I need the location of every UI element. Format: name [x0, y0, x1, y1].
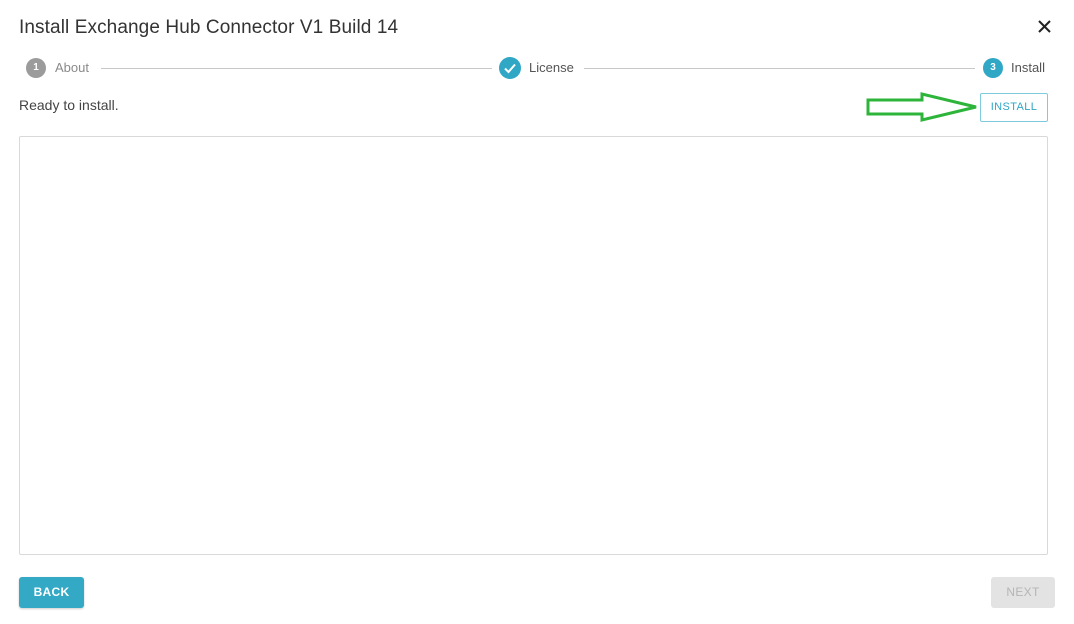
check-icon	[504, 63, 516, 74]
stepper: 1 About License 3 Install	[0, 56, 1074, 80]
step-label-license: License	[529, 60, 574, 75]
install-log-area	[19, 136, 1048, 555]
back-button[interactable]: BACK	[19, 577, 84, 608]
step-3-badge: 3	[983, 58, 1003, 78]
step-connector	[101, 68, 492, 69]
step-1-badge: 1	[26, 58, 46, 78]
step-connector	[584, 68, 975, 69]
close-button[interactable]	[1034, 16, 1056, 38]
dialog-title: Install Exchange Hub Connector V1 Build …	[19, 17, 399, 38]
step-label-install: Install	[1011, 60, 1045, 75]
status-text: Ready to install.	[19, 97, 119, 113]
next-button: NEXT	[991, 577, 1055, 608]
install-button[interactable]: INSTALL	[980, 93, 1048, 122]
install-dialog: Install Exchange Hub Connector V1 Build …	[0, 0, 1074, 624]
step-label-about: About	[55, 60, 89, 75]
close-icon	[1038, 20, 1051, 33]
right-arrow-icon	[866, 92, 977, 122]
step-2-badge	[499, 57, 521, 79]
